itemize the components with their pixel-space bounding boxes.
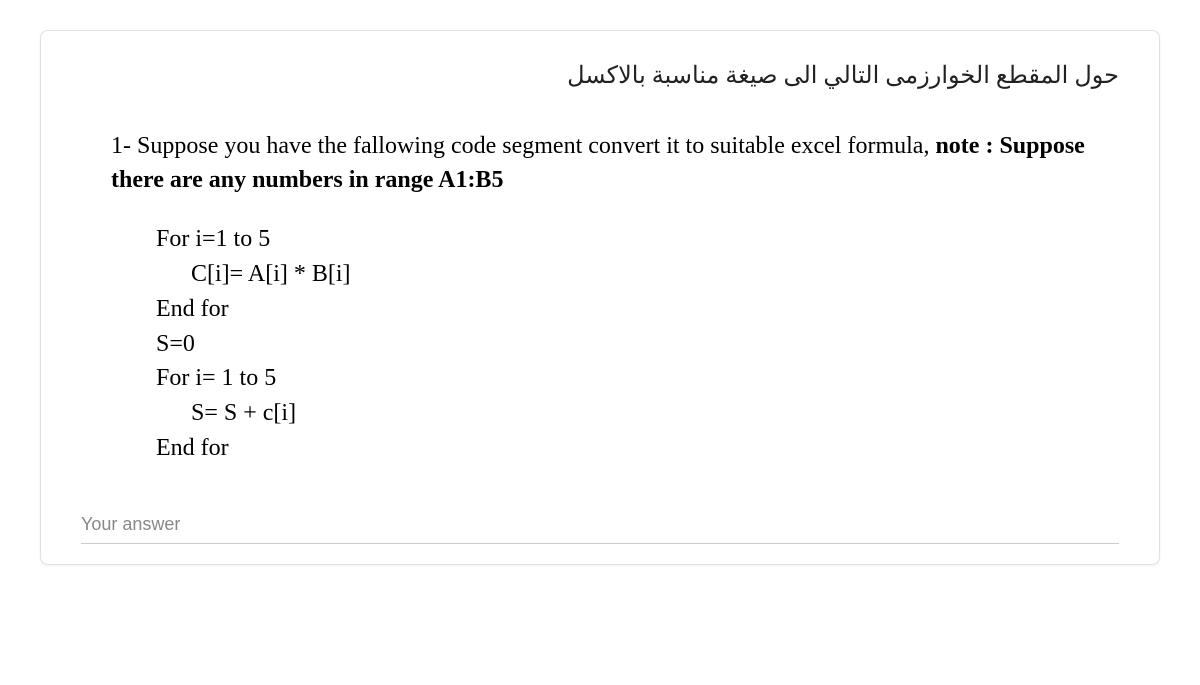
code-line-7: End for <box>156 431 1119 466</box>
code-line-5: For i= 1 to 5 <box>156 361 1119 396</box>
code-line-2: C[i]= A[i] * B[i] <box>156 257 1119 292</box>
code-segment: For i=1 to 5 C[i]= A[i] * B[i] End for S… <box>81 222 1119 466</box>
question-body-part1: Suppose you have the fallowing code segm… <box>137 133 935 159</box>
code-line-6: S= S + c[i] <box>156 396 1119 431</box>
question-card: حول المقطع الخوارزمى التالي الى صيغة منا… <box>40 30 1160 565</box>
code-line-1: For i=1 to 5 <box>156 222 1119 257</box>
code-line-4: S=0 <box>156 327 1119 362</box>
code-line-3: End for <box>156 292 1119 327</box>
answer-input[interactable] <box>81 506 1119 544</box>
question-number: 1- <box>111 133 131 159</box>
arabic-instruction: حول المقطع الخوارزمى التالي الى صيغة منا… <box>81 61 1119 90</box>
question-text-block: 1- Suppose you have the fallowing code s… <box>81 130 1119 197</box>
